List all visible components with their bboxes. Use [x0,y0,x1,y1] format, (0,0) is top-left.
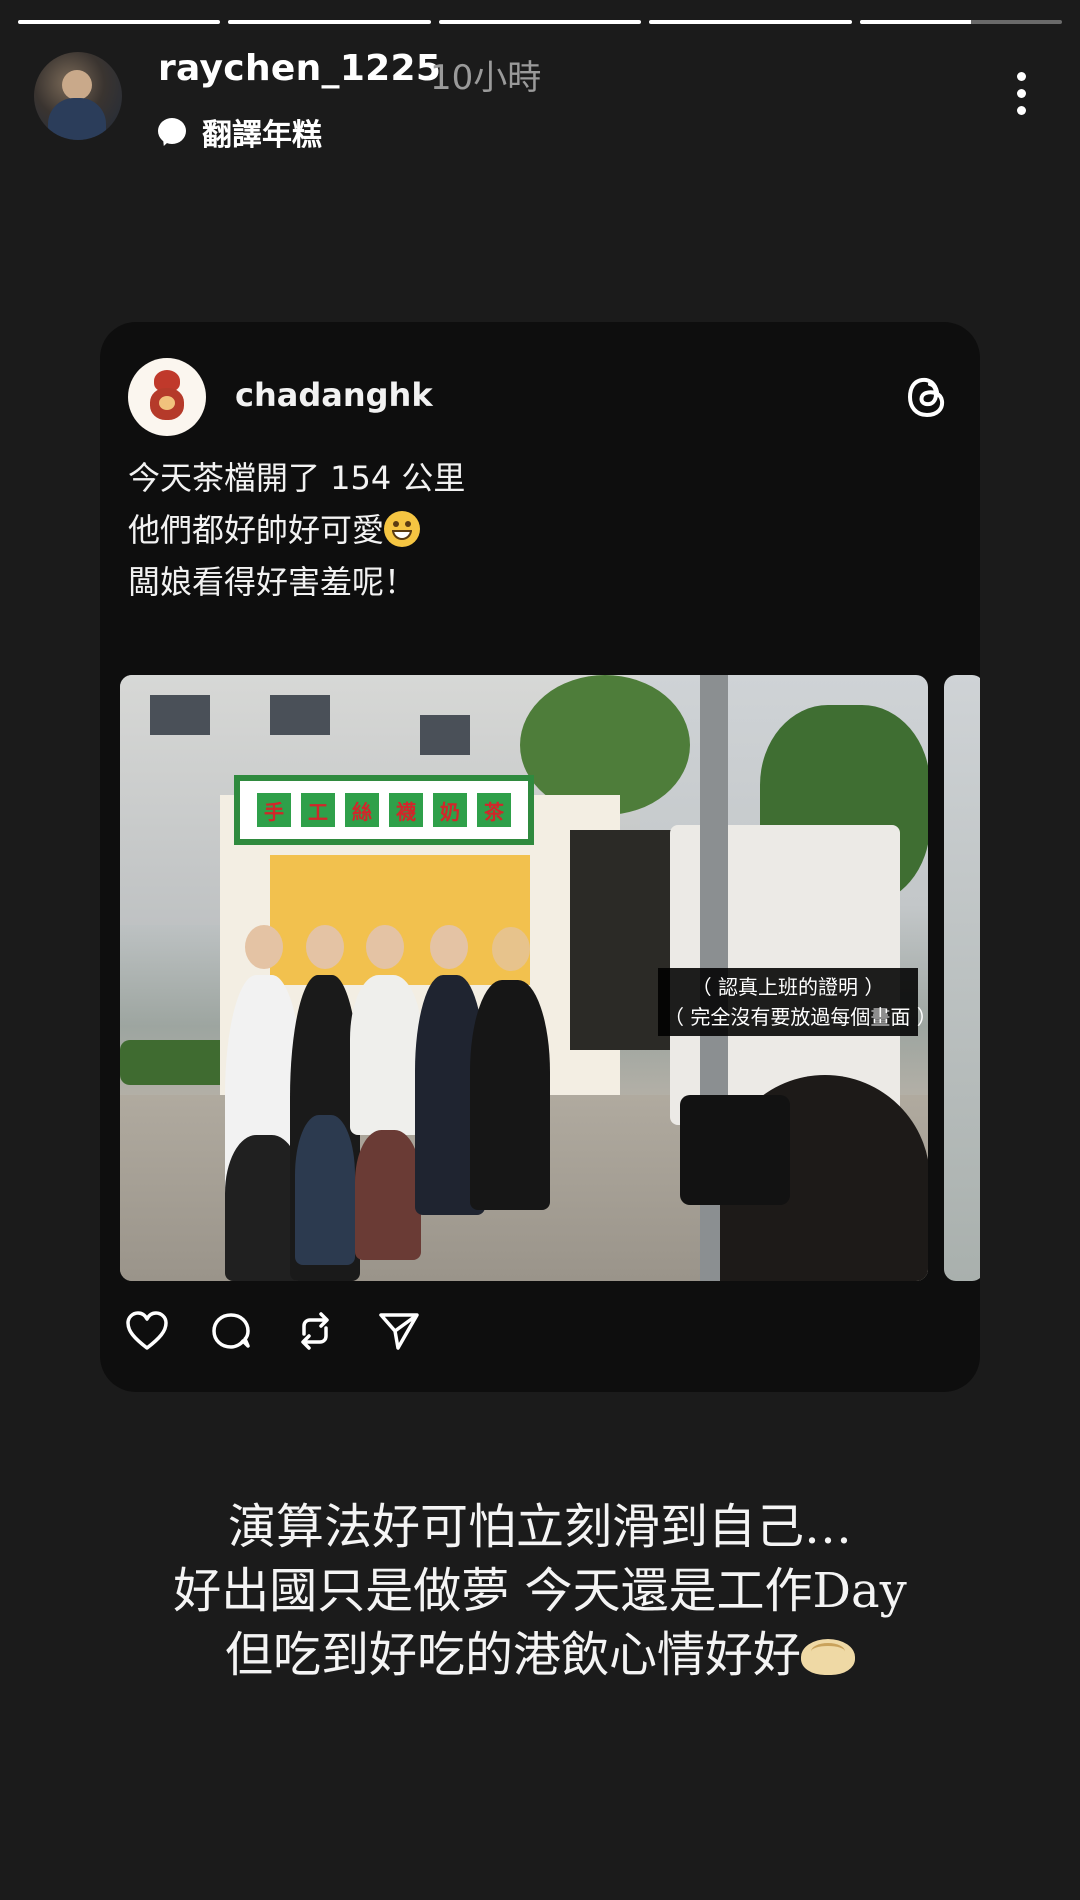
username[interactable]: raychen_1225 [158,48,441,89]
story-progress-bar [18,20,1063,24]
post-actions [124,1308,422,1354]
post-line: 闆娘看得好害羞呢！ [128,563,417,601]
post-line: 今天茶檔開了 154 公里 [128,459,466,497]
next-photo-preview[interactable] [944,675,980,1281]
card-username[interactable]: chadanghk [235,376,433,414]
post-time: 10小時 [430,58,542,98]
story-caption: 演算法好可怕立刻滑到自己… 好出國只是做夢 今天還是工作Day 但吃到好吃的港飲… [0,1495,1080,1687]
progress-segment [438,20,642,24]
chat-bubble-icon [158,118,188,148]
shared-threads-post[interactable]: chadanghk 今天茶檔開了 154 公里 他們都好帥好可愛 闆娘看得好害羞… [100,322,980,1392]
repost-icon[interactable] [292,1308,338,1354]
post-line: 他們都好帥好可愛 [128,504,465,556]
send-icon[interactable] [376,1308,422,1354]
grin-emoji-icon [384,511,421,547]
post-text: 今天茶檔開了 154 公里 他們都好帥好可愛 闆娘看得好害羞呢！ [128,452,465,608]
avatar[interactable] [34,52,122,140]
translate-button[interactable]: 翻譯年糕 [158,110,322,154]
caption-line: 演算法好可怕立刻滑到自己… [227,1499,852,1555]
progress-segment [18,20,221,24]
translate-label: 翻譯年糕 [202,118,322,153]
post-photo[interactable]: 手工絲襪奶茶 （ 認真上班的證明 ） （ 完全沒有要放過每個畫面 ） [120,675,928,1281]
caption-line: 好出國只是做夢 今天還是工作Day [173,1563,907,1619]
comment-icon[interactable] [208,1308,254,1354]
threads-logo-icon[interactable] [904,372,950,422]
heart-icon[interactable] [124,1308,170,1354]
progress-segment-current [859,20,1063,24]
video-camera-icon [680,1095,790,1205]
progress-segment [649,20,852,24]
card-avatar[interactable] [128,358,206,436]
progress-segment [228,20,431,24]
dumpling-emoji-icon [801,1639,855,1675]
more-options-icon[interactable] [1016,72,1026,115]
milk-tea-sign: 手工絲襪奶茶 [234,775,534,845]
caption-line: 但吃到好吃的港飲心情好好 [0,1623,1080,1687]
photo-caption: （ 認真上班的證明 ） （ 完全沒有要放過每個畫面 ） [658,968,928,1036]
